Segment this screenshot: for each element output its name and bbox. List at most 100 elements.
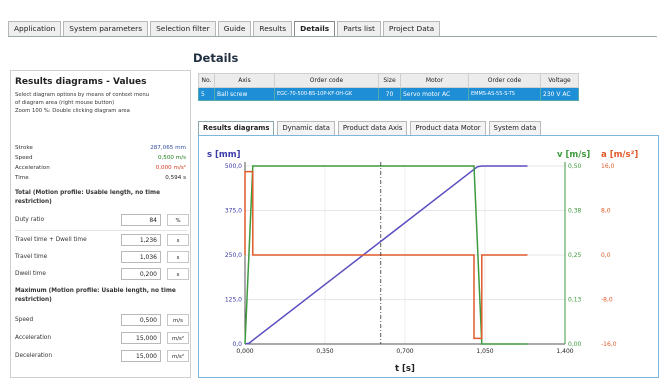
a-tick-label: -16,0 [601, 341, 617, 348]
acceleration-value: 0,000 m/s² [155, 165, 186, 171]
dwell-time-row: Dwell time 0,200 s [15, 268, 189, 280]
travel-time-label: Travel time [15, 254, 48, 260]
speed-value: 0,500 m/s [157, 155, 186, 161]
total-heading: Total (Motion profile: Usable length, no… [15, 190, 161, 205]
speed-row: Speed 0,500 m/s [15, 153, 186, 163]
max-acceleration-label: Acceleration [15, 335, 52, 341]
time-row: Time 0,594 s [15, 173, 186, 183]
col-size: Size [378, 73, 401, 88]
application-window: { "tabs": ["Application","System paramet… [0, 0, 665, 381]
s-tick-label: 500,0 [225, 163, 242, 170]
x-tick-label: 0,350 [316, 348, 333, 355]
travel-time-row: Travel time 1,036 s [15, 251, 189, 263]
a-tick-label: -8,0 [601, 297, 613, 304]
acceleration-row: Acceleration 0,000 m/s² [15, 163, 186, 173]
col-axis: Axis [214, 73, 275, 88]
tab-guide[interactable]: Guide [217, 21, 252, 36]
travel-time-unit: s [167, 251, 189, 263]
x-tick-label: 1,050 [476, 348, 493, 355]
speed-label: Speed [15, 155, 33, 161]
col-voltage: Voltage [540, 73, 579, 88]
v-tick-label: 0,00 [568, 341, 582, 348]
stroke-value: 287,065 mm [150, 145, 186, 151]
cell-voltage: 230 V AC [540, 87, 579, 101]
tab-parts-list[interactable]: Parts list [337, 21, 381, 36]
tab-system-parameters[interactable]: System parameters [63, 21, 149, 36]
tab-details[interactable]: Details [294, 21, 336, 36]
results-chart: 500,0 375,0 250,0 125,0 0,0 0,50 0,38 0,25 0,13 0… [225, 162, 617, 355]
panel-note-3: Zoom 100 %: Double clicking diagram area [15, 108, 130, 114]
max-speed-field: 0,500 [121, 314, 161, 326]
page-title: Details [193, 51, 239, 65]
x-tick-label: 0,700 [396, 348, 413, 355]
col-no: No. [198, 73, 215, 88]
cell-no: 5 [198, 87, 215, 101]
travel-dwell-field: 1,236 [121, 234, 161, 246]
s-tick-label: 0,0 [232, 341, 242, 348]
v-axis-label: v [m/s] [557, 150, 591, 160]
stroke-label: Stroke [15, 145, 33, 151]
a-tick-label: 0,0 [601, 252, 611, 259]
dwell-time-label: Dwell time [15, 271, 46, 277]
table-row[interactable]: 5 Ball screw EGC-70-500-BS-10P-KF-0H-GK … [198, 87, 579, 101]
cell-size: 70 [378, 87, 401, 101]
time-value: 0,594 s [165, 175, 186, 181]
divider [15, 230, 187, 231]
tab-selection-filter[interactable]: Selection filter [150, 21, 216, 36]
main-tab-bar: Application System parameters Selection … [8, 21, 442, 36]
v-tick-label: 0,50 [568, 163, 582, 170]
max-acceleration-unit: m/s² [167, 332, 189, 344]
axis-details-table: No. Axis Order code Size Motor Order cod… [198, 73, 579, 101]
x-axis-label: t [s] [395, 364, 415, 374]
v-tick-label: 0,25 [568, 252, 582, 259]
panel-note-1: Select diagram options by means of conte… [15, 92, 150, 98]
cell-order-code: EGC-70-500-BS-10P-KF-0H-GK [274, 87, 379, 101]
duty-ratio-row: Duty ratio 84 % [15, 214, 189, 226]
tab-product-data-axis[interactable]: Product data Axis [337, 121, 408, 135]
cell-motor-order-code: EMMS-AS-55-S-TS [468, 87, 541, 101]
cell-axis: Ball screw [214, 87, 275, 101]
s-tick-label: 375,0 [225, 208, 242, 215]
v-tick-label: 0,38 [568, 208, 582, 215]
tab-results-diagrams[interactable]: Results diagrams [198, 121, 275, 135]
col-motor-order-code: Order code [468, 73, 541, 88]
max-deceleration-unit: m/s² [167, 350, 189, 362]
results-diagram-area[interactable]: 500,0 375,0 250,0 125,0 0,0 0,50 0,38 0,25 0,13 0… [198, 135, 659, 378]
tab-dynamic-data[interactable]: Dynamic data [277, 121, 335, 135]
max-speed-unit: m/s [167, 314, 189, 326]
max-speed-label: Speed [15, 317, 34, 323]
time-label: Time [15, 175, 29, 181]
col-motor: Motor [400, 73, 469, 88]
travel-dwell-row: Travel time + Dwell time 1,236 s [15, 234, 189, 246]
col-order-code: Order code [274, 73, 379, 88]
tab-application[interactable]: Application [8, 21, 62, 36]
v-tick-label: 0,13 [568, 297, 582, 304]
tab-product-data-motor[interactable]: Product data Motor [410, 121, 486, 135]
max-acceleration-field: 15,000 [121, 332, 161, 344]
travel-dwell-unit: s [167, 234, 189, 246]
dwell-time-unit: s [167, 268, 189, 280]
maximum-heading: Maximum (Motion profile: Usable length, … [15, 288, 176, 303]
travel-time-field: 1,036 [121, 251, 161, 263]
s-tick-label: 125,0 [225, 297, 242, 304]
tab-divider [8, 36, 657, 37]
duty-ratio-field: 84 [121, 214, 161, 226]
a-tick-label: 8,0 [601, 208, 611, 215]
a-tick-label: 16,0 [601, 163, 615, 170]
cell-motor: Servo motor AC [400, 87, 469, 101]
tab-system-data[interactable]: System data [488, 121, 542, 135]
duty-ratio-unit: % [167, 214, 189, 226]
tab-results[interactable]: Results [253, 21, 293, 36]
table-header-row: No. Axis Order code Size Motor Order cod… [198, 73, 579, 88]
max-deceleration-row: Deceleration 15,000 m/s² [15, 350, 189, 362]
max-acceleration-row: Acceleration 15,000 m/s² [15, 332, 189, 344]
max-deceleration-field: 15,000 [121, 350, 161, 362]
tab-project-data[interactable]: Project Data [382, 21, 441, 36]
max-deceleration-label: Deceleration [15, 353, 53, 359]
s-axis-label: s [mm] [207, 150, 241, 160]
panel-note-2: of diagram area (right mouse button) [15, 100, 115, 106]
x-tick-label: 1,400 [556, 348, 573, 355]
x-tick-label: 0,000 [236, 348, 253, 355]
chart-tab-bar: Results diagrams Dynamic data Product da… [198, 121, 544, 135]
stroke-row: Stroke 287,065 mm [15, 143, 186, 153]
